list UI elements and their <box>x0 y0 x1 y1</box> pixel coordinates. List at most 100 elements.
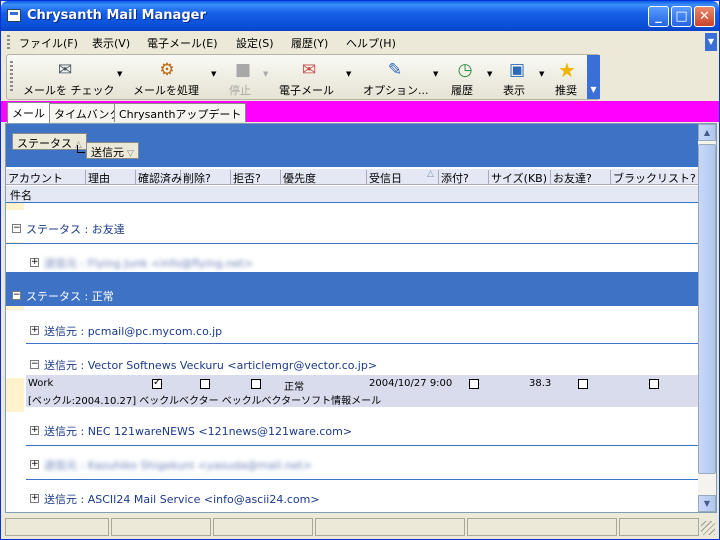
status-panel <box>5 518 109 536</box>
expand-icon[interactable]: + <box>30 258 39 267</box>
chevron-down-icon[interactable]: ▼ <box>487 70 492 78</box>
cell-account: Work <box>28 378 54 389</box>
scroll-up-icon[interactable]: ▲ <box>698 124 716 141</box>
toolbar-overflow-button[interactable]: ▼ <box>587 55 600 99</box>
vertical-scrollbar[interactable]: ▲ ▼ <box>698 124 716 512</box>
history-button[interactable]: ◷ 履歴 ▼ <box>445 55 495 99</box>
col-confirmed[interactable]: 確認済み <box>136 170 182 185</box>
status-bar <box>1 515 719 539</box>
status-panel <box>213 518 313 536</box>
group-by-panel: ステータス △ 送信元 ▽ <box>6 124 698 167</box>
menu-help[interactable]: ヘルプ(H) <box>346 35 396 51</box>
sender-label: 送信元 : pcmail@pc.mycom.co.jp <box>44 325 223 338</box>
collapse-icon[interactable]: − <box>30 360 39 369</box>
expand-icon[interactable]: + <box>30 494 39 503</box>
group-chip-status[interactable]: ステータス △ <box>12 133 87 150</box>
col-account[interactable]: アカウント <box>6 170 86 185</box>
col-subject[interactable]: 件名 <box>10 187 32 203</box>
group-row-sender[interactable]: − 送信元 : Vector Softnews Veckuru <article… <box>6 344 698 378</box>
resize-grip[interactable] <box>701 521 715 535</box>
group-chip-sender[interactable]: 送信元 ▽ <box>86 142 139 159</box>
chevron-down-icon[interactable]: ▼ <box>263 70 268 78</box>
minimize-button[interactable]: _ <box>648 6 669 27</box>
scroll-thumb[interactable] <box>698 144 716 474</box>
scroll-down-icon[interactable]: ▼ <box>698 495 716 512</box>
sender-label: 送信元 : Vector Softnews Veckuru <articlemg… <box>44 359 378 372</box>
collapse-icon[interactable]: − <box>12 291 21 300</box>
col-blacklist[interactable]: ブラックリスト? <box>611 170 698 185</box>
menu-grip[interactable] <box>7 35 10 49</box>
col-size[interactable]: サイズ(KB) <box>489 170 551 185</box>
col-reject[interactable]: 拒否? <box>231 170 281 185</box>
options-button[interactable]: ✎ オプション... ▼ <box>357 55 441 99</box>
expand-icon[interactable]: + <box>30 426 39 435</box>
options-label: オプション... <box>363 84 429 97</box>
sender-friend-label: 送信元 : Flying Junk <info@flying.net> <box>44 255 253 271</box>
col-attachment[interactable]: 添付? <box>439 170 489 185</box>
options-icon: ✎ <box>387 60 403 80</box>
menu-view[interactable]: 表示(V) <box>92 35 130 51</box>
menu-overflow-button[interactable]: ▼ <box>705 33 717 51</box>
process-mail-button[interactable]: ⚙ メールを処理 ▼ <box>127 55 219 99</box>
cell-priority: 正常 <box>284 382 304 393</box>
check-mail-label: メールを チェック <box>23 84 115 97</box>
toolbar-grip[interactable] <box>10 61 13 93</box>
group-row-friends[interactable]: − ステータス : お友達 <box>6 210 698 245</box>
group-connector <box>77 145 85 153</box>
sender-label: 送信元 : NEC 121wareNEWS <121news@121ware.c… <box>44 425 353 438</box>
group-row-normal[interactable]: − ステータス : 正常 <box>6 272 698 306</box>
col-priority[interactable]: 優先度 <box>281 170 367 185</box>
title-bar[interactable]: Chrysanth Mail Manager _ □ ✕ <box>1 1 719 31</box>
group-row-sender[interactable]: + 送信元 : Kazuhiko Shigekuni <yasuda@mail.… <box>6 446 698 480</box>
envelope-icon: ✉ <box>57 60 73 80</box>
clock-icon: ◷ <box>457 60 473 80</box>
cell-reject-checkbox[interactable] <box>251 379 261 389</box>
col-delete[interactable]: 削除? <box>181 170 231 185</box>
chevron-down-icon[interactable]: ▼ <box>117 70 122 78</box>
process-mail-label: メールを処理 <box>133 84 199 97</box>
close-button[interactable]: ✕ <box>694 6 715 27</box>
star-icon: ★ <box>558 58 576 82</box>
cell-subject: [ベックル:2004.10.27] ベックルベクター ベックルベクターソフト情報… <box>28 396 382 407</box>
col-friend[interactable]: お友達? <box>551 170 611 185</box>
check-mail-button[interactable]: ✉ メールを チェック ▼ <box>17 55 125 99</box>
column-header-row-2: 件名 <box>6 186 698 203</box>
expand-icon[interactable]: + <box>30 460 39 469</box>
menu-email[interactable]: 電子メール(E) <box>147 35 218 51</box>
cell-friend-checkbox[interactable] <box>578 379 588 389</box>
group-row-sender[interactable]: + 送信元 : NEC 121wareNEWS <121news@121ware… <box>6 412 698 446</box>
cell-blacklist-checkbox[interactable] <box>649 379 659 389</box>
view-button[interactable]: ▣ 表示 ▼ <box>497 55 547 99</box>
chevron-down-icon[interactable]: ▼ <box>346 70 351 78</box>
sort-desc-icon: ▽ <box>127 149 134 159</box>
app-icon[interactable] <box>7 9 21 22</box>
menu-history[interactable]: 履歴(Y) <box>291 35 328 51</box>
group-row-sender[interactable]: + 送信元 : pcmail@pc.mycom.co.jp <box>6 310 698 344</box>
tab-strip: メール タイムバンク Chrysanthアップデート <box>1 101 719 123</box>
menu-settings[interactable]: 設定(S) <box>236 35 274 51</box>
mail-row[interactable]: Work 正常 2004/10/27 9:00 38.3 [ベックル:2004.… <box>26 375 698 407</box>
chevron-down-icon[interactable]: ▼ <box>539 70 544 78</box>
recommend-button[interactable]: ★ 推奨 <box>549 55 589 99</box>
cell-confirmed-checkbox[interactable] <box>152 377 162 389</box>
stop-button[interactable]: ■ 停止 ▼ <box>221 55 271 99</box>
cell-delete-checkbox[interactable] <box>200 379 210 389</box>
col-reason[interactable]: 理由 <box>86 170 136 185</box>
status-panel <box>619 518 699 536</box>
group-row-sender[interactable]: + 送信元 : ASCII24 Mail Service <info@ascii… <box>6 480 698 512</box>
process-mail-icon: ⚙ <box>159 60 175 80</box>
cell-attachment-checkbox[interactable] <box>469 379 479 389</box>
tab-mail[interactable]: メール <box>7 102 50 123</box>
chevron-down-icon[interactable]: ▼ <box>433 70 438 78</box>
recommend-label: 推奨 <box>555 84 577 97</box>
collapse-icon[interactable]: − <box>12 224 21 233</box>
email-button[interactable]: ✉ 電子メール ▼ <box>273 55 353 99</box>
menu-file[interactable]: ファイル(F) <box>19 35 78 51</box>
sort-asc-icon: △ <box>427 169 434 179</box>
maximize-button[interactable]: □ <box>671 6 692 27</box>
sender-label: 送信元 : ASCII24 Mail Service <info@ascii24… <box>44 493 320 506</box>
chevron-down-icon[interactable]: ▼ <box>211 70 216 78</box>
group-chip-sender-label: 送信元 <box>91 146 124 159</box>
tab-chrysanth-update[interactable]: Chrysanthアップデート <box>114 103 247 122</box>
expand-icon[interactable]: + <box>30 326 39 335</box>
